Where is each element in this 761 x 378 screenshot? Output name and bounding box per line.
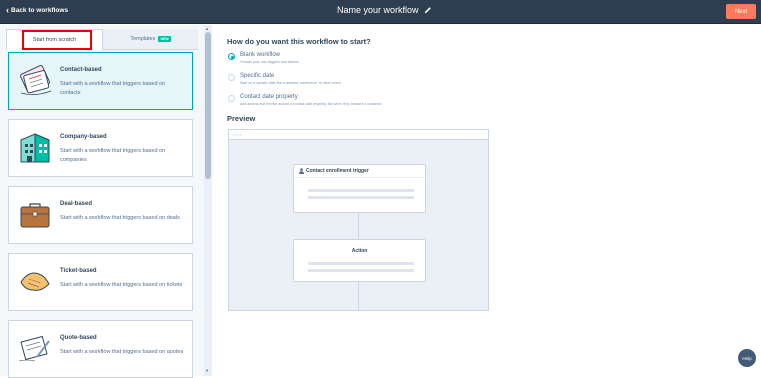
card-title: Quote-based xyxy=(60,335,97,341)
card-title: Contact-based xyxy=(60,67,102,73)
workflow-name-label: Name your workflow xyxy=(337,5,419,15)
building-icon xyxy=(20,133,50,163)
deal-based-card[interactable]: Deal-based Start with a workflow that tr… xyxy=(8,186,193,244)
chevron-left-icon: ‹ xyxy=(6,5,9,15)
tab-bar: Start from scratch Templates NEW xyxy=(6,29,198,50)
enrollment-trigger-box: Contact enrollment trigger xyxy=(293,164,426,213)
quote-pen-icon xyxy=(18,335,50,362)
tab-scratch-label: Start from scratch xyxy=(32,37,77,43)
briefcase-icon xyxy=(20,203,50,228)
scroll-up-icon[interactable]: ▲ xyxy=(205,26,209,31)
trigger-label: Contact enrollment trigger xyxy=(306,168,369,174)
card-description: Start with a workflow that triggers base… xyxy=(60,148,166,163)
new-badge: NEW xyxy=(158,36,171,42)
start-question-heading: How do you want this workflow to start? xyxy=(227,37,371,46)
top-bar: ‹ Back to workflows Name your workflow N… xyxy=(0,0,761,24)
company-based-card[interactable]: Company-based Start with a workflow that… xyxy=(8,119,193,177)
back-to-workflows-link[interactable]: ‹ Back to workflows xyxy=(6,5,69,15)
trigger-header: Contact enrollment trigger xyxy=(294,165,425,178)
contact-card-icon xyxy=(20,65,52,95)
card-title: Deal-based xyxy=(60,201,93,207)
tab-templates[interactable]: Templates NEW xyxy=(103,29,198,50)
placeholder-line xyxy=(308,269,414,272)
next-button[interactable]: Next xyxy=(726,4,756,19)
placeholder-line xyxy=(308,196,414,199)
preview-heading: Preview xyxy=(227,114,256,123)
tab-start-from-scratch[interactable]: Start from scratch xyxy=(6,29,103,50)
quote-based-card[interactable]: Quote-based Start with a workflow that t… xyxy=(8,320,193,378)
main-panel: How do you want this workflow to start? … xyxy=(213,25,761,376)
placeholder-line xyxy=(308,189,414,192)
workflow-name[interactable]: Name your workflow xyxy=(337,5,432,15)
card-description: Start with a workflow that triggers base… xyxy=(60,81,166,96)
option-description: Add actions that revolve around a contac… xyxy=(240,102,383,106)
scroll-down-icon[interactable]: ▼ xyxy=(205,368,209,373)
action-box: Action xyxy=(293,239,426,282)
help-button[interactable]: Help xyxy=(738,349,756,367)
card-title: Company-based xyxy=(60,134,107,140)
scrollbar-thumb[interactable] xyxy=(205,32,211,179)
ticket-based-card[interactable]: Ticket-based Start with a workflow that … xyxy=(8,253,193,311)
option-label: Blank workflow xyxy=(240,52,281,58)
card-description: Start with a workflow that triggers base… xyxy=(60,282,183,288)
back-label: Back to workflows xyxy=(11,6,69,14)
option-label: Contact date property xyxy=(240,94,298,100)
placeholder-line xyxy=(308,262,414,265)
action-label: Action xyxy=(351,248,368,254)
preview-toolbar-dots: ○○○ xyxy=(233,132,242,137)
option-label: Specific date xyxy=(240,73,275,79)
tab-templates-label: Templates xyxy=(130,36,156,42)
contact-person-icon xyxy=(299,168,304,174)
radio-button[interactable] xyxy=(228,74,235,81)
contact-based-card[interactable]: Contact-based Start with a workflow that… xyxy=(8,52,193,110)
card-description: Start with a workflow that triggers base… xyxy=(60,349,184,355)
option-description: Choose your own triggers and actions xyxy=(240,60,299,64)
pencil-icon xyxy=(424,7,431,14)
workflow-preview: ○○○ Contact enrollment trigger Action xyxy=(228,129,489,311)
workflow-type-panel: Start from scratch Templates NEW Contact… xyxy=(0,25,212,378)
option-description: Start on a specific date like a webinar,… xyxy=(240,81,342,85)
ticket-icon xyxy=(20,272,50,291)
radio-button[interactable] xyxy=(228,95,235,102)
preview-toolbar: ○○○ xyxy=(229,130,488,140)
card-title: Ticket-based xyxy=(60,268,97,274)
card-description: Start with a workflow that triggers base… xyxy=(60,215,180,221)
radio-button[interactable] xyxy=(228,53,235,60)
